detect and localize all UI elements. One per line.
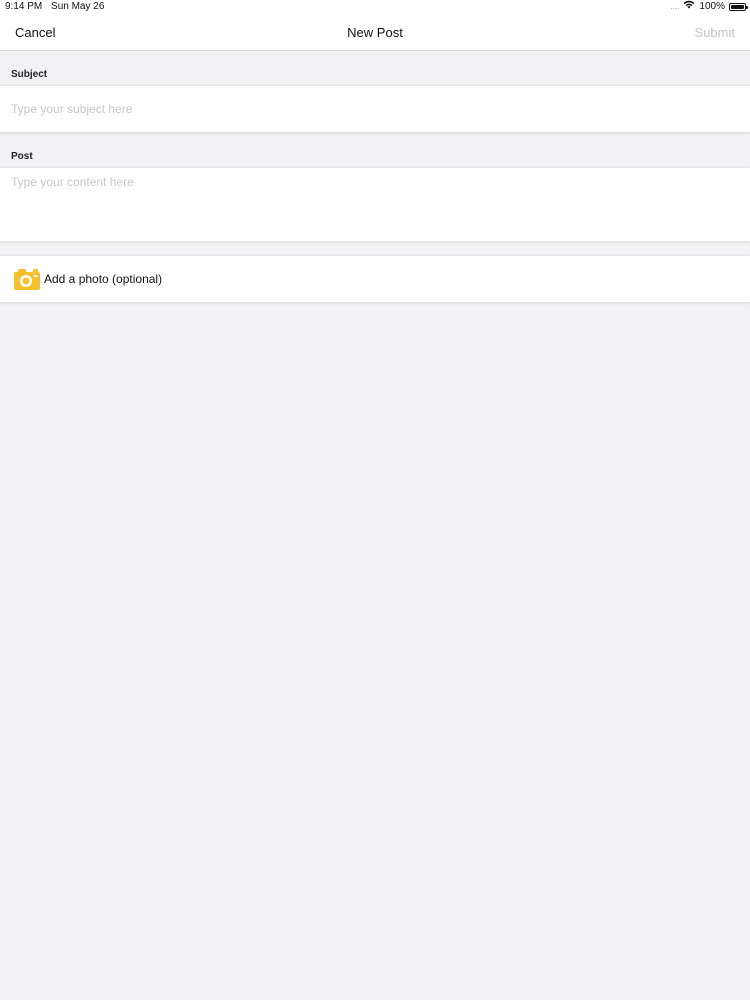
status-right: .... 100% bbox=[670, 0, 748, 14]
status-time: 9:14 PM bbox=[5, 1, 43, 12]
wifi-icon bbox=[683, 0, 695, 14]
add-photo-button[interactable]: Add a photo (optional) bbox=[0, 256, 750, 302]
status-bar: 9:14 PM Sun May 26 .... 100% bbox=[0, 0, 750, 14]
page-title: New Post bbox=[347, 25, 403, 40]
subject-label: Subject bbox=[11, 69, 48, 80]
status-date: Sun May 26 bbox=[51, 1, 105, 12]
battery-percent: 100% bbox=[699, 1, 725, 12]
post-label: Post bbox=[11, 151, 33, 162]
status-left: 9:14 PM Sun May 26 bbox=[5, 0, 110, 14]
post-content-input[interactable] bbox=[11, 175, 731, 235]
submit-button[interactable]: Submit bbox=[695, 25, 735, 40]
post-field-container bbox=[0, 168, 750, 241]
camera-icon bbox=[14, 268, 40, 290]
navigation-bar: Cancel New Post Submit bbox=[0, 14, 750, 51]
battery-icon bbox=[729, 3, 748, 11]
signal-indicator: .... bbox=[670, 2, 680, 11]
add-photo-label: Add a photo (optional) bbox=[44, 272, 163, 286]
subject-input[interactable] bbox=[11, 102, 731, 116]
subject-field-container bbox=[0, 86, 750, 132]
